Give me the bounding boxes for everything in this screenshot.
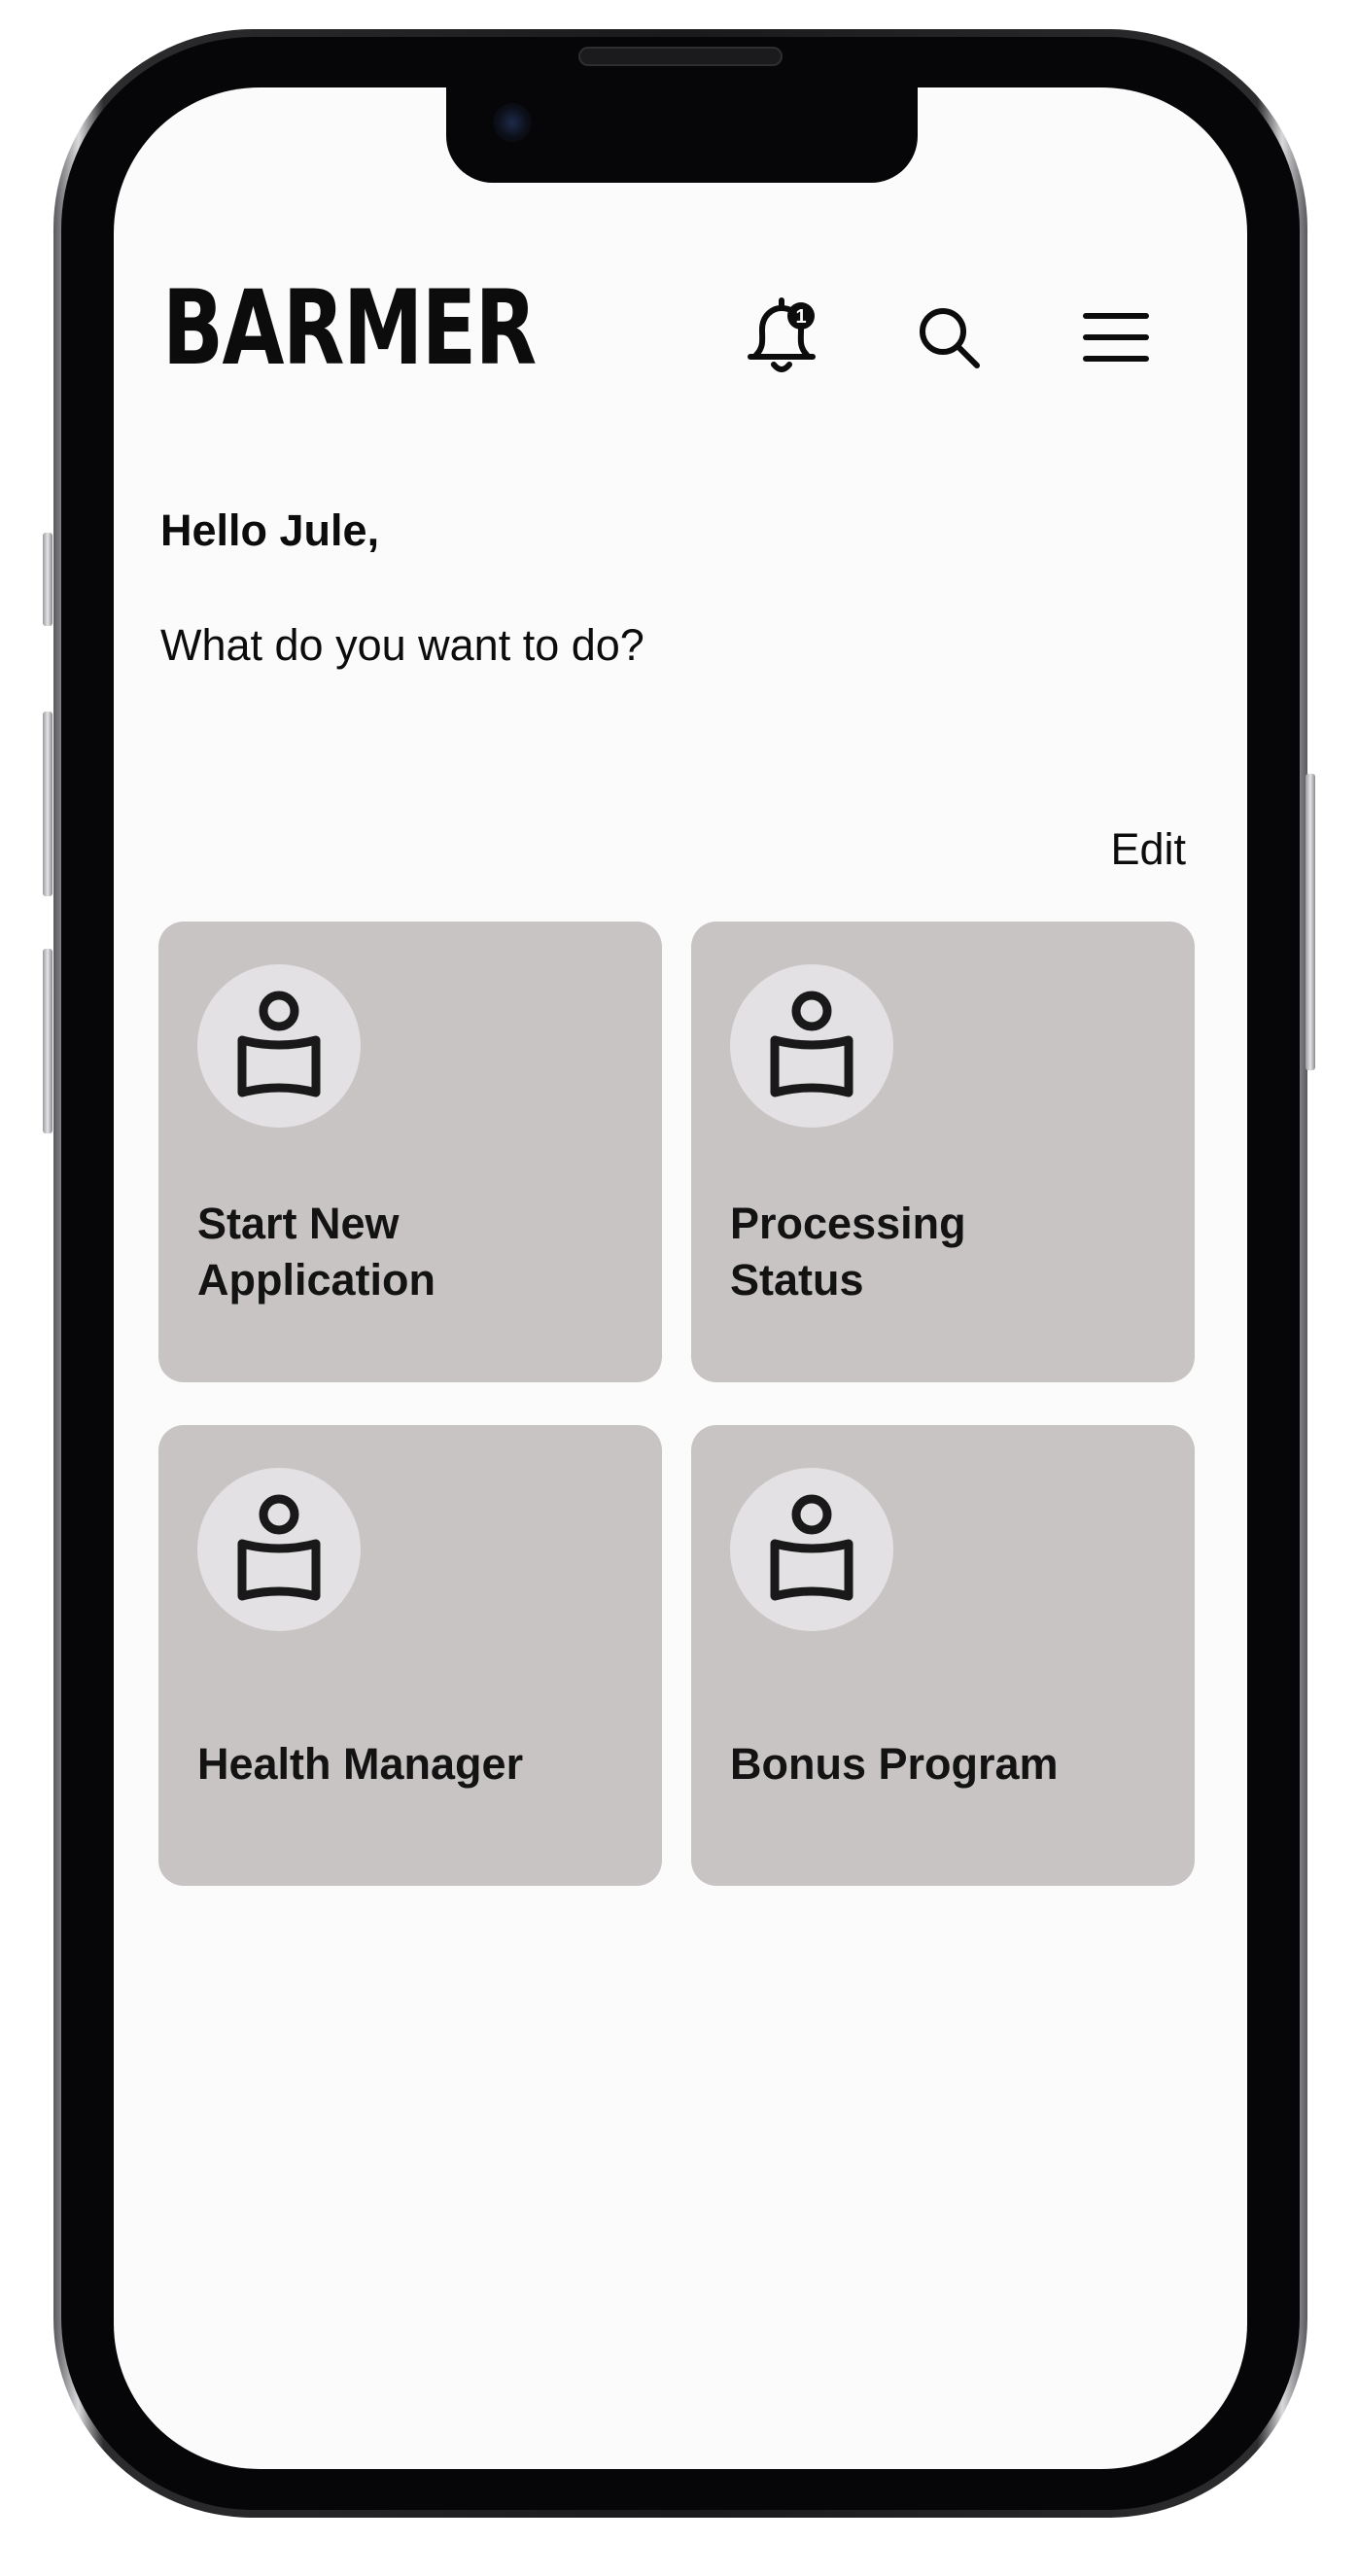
menu-button[interactable] <box>1072 294 1160 381</box>
id-card-person-icon <box>237 1494 321 1601</box>
hamburger-menu-icon <box>1083 313 1149 362</box>
tile-icon-circle <box>197 1468 361 1631</box>
greeting-text: Hello Jule, <box>160 505 380 555</box>
brand-logo[interactable]: BARMER <box>162 277 537 380</box>
tile-processing-status[interactable]: Processing Status <box>691 922 1195 1382</box>
mute-switch <box>43 533 52 626</box>
tile-icon-circle <box>197 964 361 1128</box>
tile-label: Health Manager <box>197 1739 524 1789</box>
search-button[interactable] <box>905 294 992 381</box>
id-card-person-icon <box>770 991 853 1097</box>
tile-health-manager[interactable]: Health Manager <box>158 1425 662 1886</box>
id-card-person-icon <box>770 1494 853 1601</box>
earpiece-speaker <box>578 47 783 66</box>
tile-label: Processing Status <box>730 1199 966 1305</box>
app-screen: BARMER 1 Hello Jule, What do you want to… <box>114 87 1247 2469</box>
edit-link[interactable]: Edit <box>1110 824 1186 875</box>
search-icon <box>920 308 980 368</box>
tile-icon-circle <box>730 964 893 1128</box>
power-button <box>1306 774 1315 1070</box>
prompt-question: What do you want to do? <box>160 620 644 670</box>
tile-label: Bonus Program <box>730 1739 1059 1789</box>
notification-badge-count: 1 <box>795 306 806 328</box>
tile-icon-circle <box>730 1468 893 1631</box>
front-camera <box>493 103 532 142</box>
notification-button[interactable]: 1 <box>738 294 825 381</box>
volume-down-button <box>43 949 52 1133</box>
camera-notch <box>446 87 918 183</box>
tile-label: Start New Application <box>197 1199 435 1305</box>
tile-bonus-program[interactable]: Bonus Program <box>691 1425 1195 1886</box>
notification-bell-icon: 1 <box>748 297 816 372</box>
id-card-person-icon <box>237 991 321 1097</box>
tile-start-new-application[interactable]: Start New Application <box>158 922 662 1382</box>
volume-up-button <box>43 712 52 896</box>
